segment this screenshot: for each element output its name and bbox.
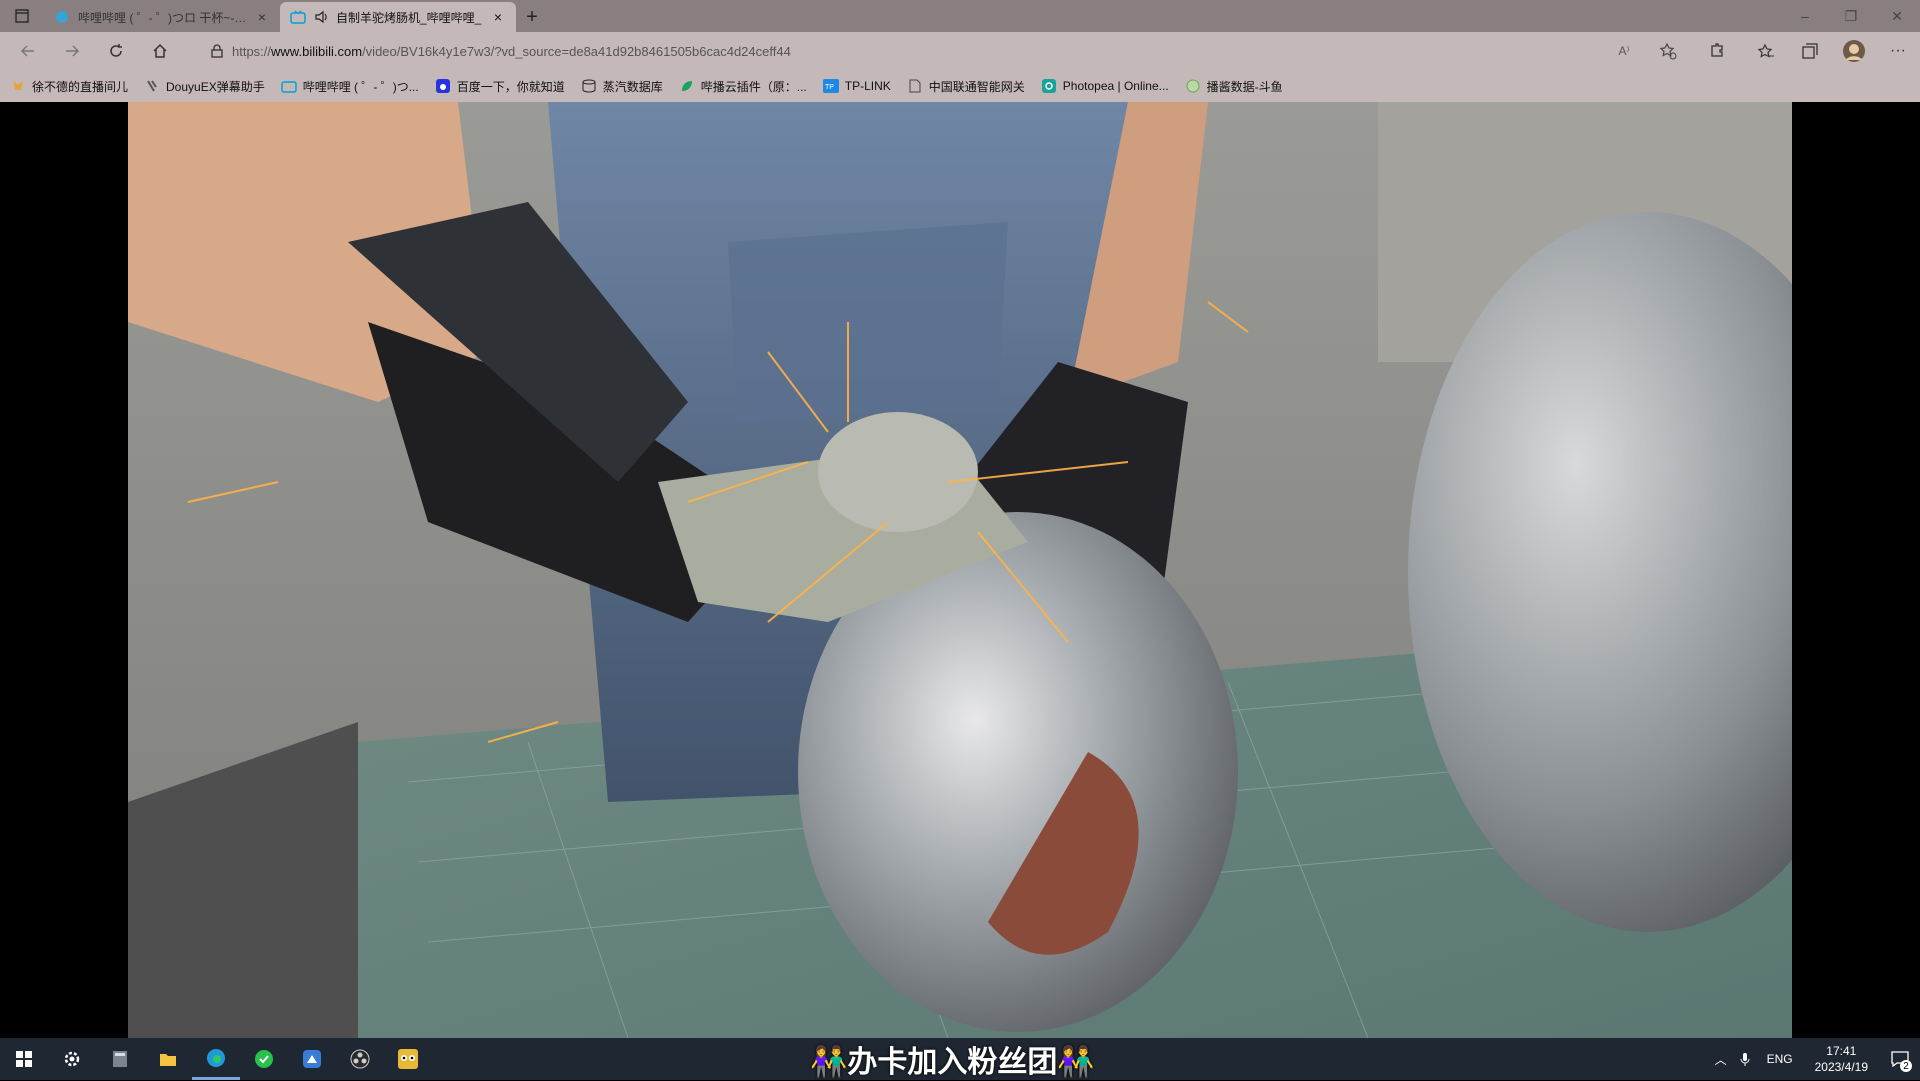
ellipsis-icon: ··· <box>1890 42 1906 59</box>
read-aloud-button[interactable]: A⁾ <box>1602 32 1646 70</box>
favorites-icon <box>1757 43 1774 58</box>
microphone-icon[interactable] <box>1733 1038 1757 1080</box>
window-controls: – ❐ ✕ <box>1782 0 1920 32</box>
bilibili-favicon-icon <box>54 9 70 25</box>
fox-icon <box>10 78 26 94</box>
add-favorite-button[interactable] <box>1646 32 1690 70</box>
chevron-up-icon[interactable]: ︿ <box>1709 1038 1733 1080</box>
bookmark-item[interactable]: Photopea | Online... <box>1041 78 1169 94</box>
photopea-icon <box>1041 78 1057 94</box>
tp-link-icon: TP <box>822 78 839 94</box>
puzzle-icon <box>1711 43 1723 57</box>
speaker-icon[interactable] <box>314 10 330 24</box>
bookmarks-bar: 徐不德的直播间儿 DouyuEX弹幕助手 哔哩哔哩 ( ゜- ゜)つ... 百度… <box>0 70 1920 102</box>
tab-title: 自制羊驼烤肠机_哔哩哔哩_ <box>336 10 482 25</box>
page-content <box>0 102 1920 1038</box>
bilibili-tv-icon <box>290 9 306 25</box>
bilibili-icon <box>280 78 297 94</box>
close-tab-icon[interactable]: × <box>254 9 270 25</box>
profile-button[interactable] <box>1832 32 1876 70</box>
tab-bilibili-home[interactable]: 哔哩哔哩 ( ゜- ゜)つロ 干杯~-bili × <box>44 2 280 32</box>
input-language[interactable]: ENG <box>1757 1052 1803 1066</box>
clock-date: 2023/4/19 <box>1814 1060 1868 1074</box>
back-button[interactable] <box>6 32 50 70</box>
globe-icon <box>1185 78 1201 94</box>
star-plus-icon <box>1659 42 1677 60</box>
back-arrow-icon <box>20 45 34 57</box>
tab-title: 哔哩哔哩 ( ゜- ゜)つロ 干杯~-bili <box>78 10 248 25</box>
video-player[interactable] <box>128 102 1792 1038</box>
database-icon <box>581 78 597 94</box>
tab-actions-icon <box>15 9 29 23</box>
url-text: https://www.bilibili.com/video/BV16k4y1e… <box>232 43 791 59</box>
blue-app-icon[interactable] <box>288 1038 336 1080</box>
refresh-button[interactable] <box>94 32 138 70</box>
tab-bar: 哔哩哔哩 ( ゜- ゜)つロ 干杯~-bili × 自制羊驼烤肠机_哔哩哔哩_ … <box>0 0 1920 32</box>
windows-logo-icon <box>16 1051 32 1067</box>
start-button[interactable] <box>0 1038 48 1080</box>
tab-actions-button[interactable] <box>0 0 44 32</box>
leaf-icon <box>679 78 695 94</box>
system-tray: ︿ ENG 17:41 2023/4/19 2 <box>1709 1038 1920 1080</box>
minimize-icon[interactable]: – <box>1782 0 1828 32</box>
bookmark-item[interactable]: 蒸汽数据库 <box>581 78 663 95</box>
address-field[interactable]: https://www.bilibili.com/video/BV16k4y1e… <box>192 36 1662 66</box>
notification-center-button[interactable]: 2 <box>1880 1038 1920 1080</box>
obs-icon[interactable] <box>336 1038 384 1080</box>
tv-icon <box>144 78 160 94</box>
avatar <box>1843 40 1865 62</box>
clock-time: 17:41 <box>1826 1044 1857 1058</box>
clock[interactable]: 17:41 2023/4/19 <box>1803 1043 1880 1075</box>
bookmark-item[interactable]: 百度一下，你就知道 <box>435 78 565 95</box>
close-window-icon[interactable]: ✕ <box>1874 0 1920 32</box>
favorites-button[interactable] <box>1744 32 1788 70</box>
settings-icon[interactable] <box>48 1038 96 1080</box>
close-tab-icon[interactable]: × <box>490 9 506 25</box>
notification-count: 2 <box>1900 1060 1912 1072</box>
bookmark-item[interactable]: 徐不德的直播间儿 <box>10 78 128 95</box>
bookmark-item[interactable]: 中国联通智能网关 <box>907 78 1025 95</box>
more-menu-button[interactable]: ··· <box>1876 32 1920 70</box>
svg-text:TP: TP <box>825 84 834 91</box>
collections-button[interactable] <box>1788 32 1832 70</box>
bookmark-item[interactable]: 播酱数据-斗鱼 <box>1185 78 1283 95</box>
home-icon <box>153 43 167 58</box>
video-frame <box>128 102 1792 1038</box>
new-tab-button[interactable]: + <box>516 2 548 32</box>
forward-arrow-icon <box>66 45 80 57</box>
refresh-icon <box>110 44 122 57</box>
toolbar-right: A⁾ ··· <box>1602 32 1920 70</box>
lock-icon[interactable] <box>202 44 232 58</box>
tab-current-video[interactable]: 自制羊驼烤肠机_哔哩哔哩_ × <box>280 2 516 32</box>
bookmark-item[interactable]: 哔哩哔哩 ( ゜- ゜)つ... <box>280 78 419 95</box>
home-button[interactable] <box>138 32 182 70</box>
page-icon <box>907 78 923 94</box>
paw-icon <box>435 78 451 94</box>
restore-icon[interactable]: ❐ <box>1828 0 1874 32</box>
bookmark-item[interactable]: 哔播云插件（原：... <box>679 78 807 95</box>
calculator-icon[interactable] <box>96 1038 144 1080</box>
extensions-button[interactable] <box>1690 32 1744 70</box>
overlay-banner: 👫办卡加入粉丝团👫 <box>810 1046 1095 1079</box>
owl-app-icon[interactable] <box>384 1038 432 1080</box>
bookmark-item[interactable]: DouyuEX弹幕助手 <box>144 78 265 95</box>
edge-icon[interactable] <box>192 1038 240 1080</box>
bookmark-item[interactable]: TP TP-LINK <box>822 78 891 94</box>
forward-button[interactable] <box>50 32 94 70</box>
file-explorer-icon[interactable] <box>144 1038 192 1080</box>
collections-icon <box>1802 43 1818 59</box>
green-app-icon[interactable] <box>240 1038 288 1080</box>
